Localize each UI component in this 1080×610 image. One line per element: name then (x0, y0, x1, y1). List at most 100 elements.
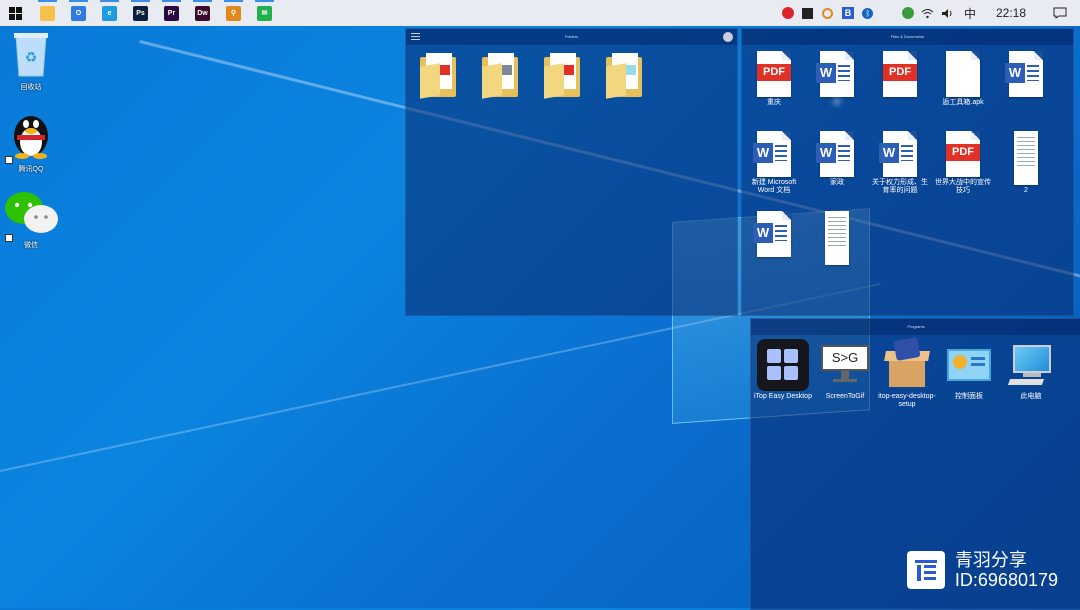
program-label: itop-easy-desktop-setup (878, 393, 936, 408)
taskbar-pin-wechat[interactable]: ✉ (249, 0, 280, 26)
taskbar-pin-file-explorer[interactable] (32, 0, 63, 26)
shortcut-arrow-icon (5, 234, 13, 242)
fence-item[interactable] (469, 53, 531, 99)
fence-title: Files & Documents (890, 34, 925, 39)
watermark-logo-icon (906, 551, 945, 589)
this-pc-icon (1005, 339, 1057, 391)
fence-item-label: 麻 (833, 99, 841, 106)
itop-easy-desktop-icon (757, 339, 809, 391)
red-app-tray-icon[interactable] (778, 0, 798, 26)
dark-app-tray-icon[interactable] (798, 0, 818, 26)
svg-text:♻: ♻ (25, 49, 38, 65)
desktop-icon-label: 回收站 (20, 84, 42, 91)
fence-title-bar[interactable]: Programs (751, 319, 1080, 335)
taskbar-pin-app-o[interactable]: O (63, 0, 94, 26)
fence-item-label: 世界大战中的宣传技巧 (935, 179, 991, 194)
program-itop-easy-desktop[interactable]: iTop Easy Desktop (752, 339, 814, 401)
word-file-icon: W (753, 211, 791, 257)
program-label: ScreenToGif (825, 393, 865, 400)
fence-item-label: 新建 Microsoft Word 文档 (751, 179, 797, 194)
desktop-icon-label: 腾讯QQ (18, 166, 44, 173)
taskbar-pin-photoshop[interactable]: Ps (125, 0, 156, 26)
fence-item[interactable]: W (995, 51, 1057, 99)
program-label: iTop Easy Desktop (754, 393, 812, 400)
fence-item-label: 家政 (830, 179, 844, 186)
fence-item[interactable]: W 关于权力形成、生育率的问题 (869, 131, 931, 195)
screentogif-icon: S>G (819, 339, 871, 391)
program-this-pc[interactable]: 此电脑 (1000, 339, 1062, 401)
fence-item[interactable]: PDF 重庆 (743, 51, 805, 107)
program-screentogif[interactable]: S>G ScreenToGif (814, 339, 876, 401)
fence-item[interactable] (531, 53, 593, 99)
dreamweaver-icon: Dw (195, 5, 210, 21)
fence-item[interactable]: 2 (995, 131, 1057, 195)
fence-item[interactable]: PDF 世界大战中的宣传技巧 (932, 131, 994, 195)
b-app-tray-icon[interactable]: B (838, 0, 858, 26)
fence-item-label: 2 (1024, 187, 1028, 194)
fence-title-bar[interactable]: Files & Documents (742, 29, 1073, 45)
input-method-indicator[interactable]: 中 (958, 5, 982, 22)
system-tray: B ᛒ 中 22:18 (778, 0, 1080, 26)
volume-icon[interactable] (938, 0, 958, 26)
edge-icon: e (102, 5, 117, 21)
screentogif-icon-text: S>G (821, 345, 869, 371)
wifi-icon[interactable] (918, 0, 938, 26)
fence-title-bar[interactable]: Folders (406, 29, 737, 45)
desktop-icon-wechat[interactable]: 微信 (1, 190, 61, 250)
desktop-icon-qq[interactable]: 腾讯QQ (1, 106, 61, 174)
watermark-name: 青羽分享 (954, 550, 1027, 570)
windows-logo-icon (8, 6, 22, 20)
fence-title: Programs (907, 324, 925, 329)
word-file-icon: W (816, 131, 854, 177)
recycle-bin-icon: ♻ (14, 33, 48, 77)
program-itop-setup[interactable]: itop-easy-desktop-setup (876, 337, 938, 409)
fence-collapse-icon[interactable] (723, 32, 733, 42)
watermark: 青羽分享 ID:69680179 (906, 550, 1058, 590)
fence-item[interactable]: W (743, 211, 805, 259)
fence-title: Folders (564, 34, 579, 39)
app-o-icon: O (71, 5, 86, 21)
search-tool-tray-icon[interactable] (818, 0, 838, 26)
taskbar-pin-dreamweaver[interactable]: Dw (187, 0, 218, 26)
qq-penguin-icon (14, 116, 48, 159)
image-thumbnail-icon (825, 211, 849, 265)
search-tool-icon: ⚲ (226, 5, 241, 21)
word-file-icon: W (879, 131, 917, 177)
wechat-icon (5, 192, 58, 233)
globe-tray-icon[interactable] (898, 0, 918, 26)
fence-item-label: 重庆 (767, 99, 781, 106)
taskbar-pin-search-tool[interactable]: ⚲ (218, 0, 249, 26)
program-control-panel[interactable]: 控制面板 (938, 339, 1000, 401)
clock[interactable]: 22:18 (982, 6, 1040, 20)
start-button[interactable] (0, 0, 30, 26)
fence-item-label: 关于权力形成、生育率的问题 (872, 179, 928, 194)
blank-file-icon (946, 51, 980, 97)
fence-item-label: 逅工具箱.apk (942, 99, 984, 106)
watermark-id: ID:69680179 (954, 570, 1058, 590)
fence-item[interactable]: W 新建 Microsoft Word 文档 (743, 131, 805, 195)
fence-item[interactable] (593, 53, 655, 99)
folder-icon (482, 53, 518, 99)
bluetooth-icon[interactable]: ᛒ (858, 0, 878, 26)
image-thumbnail-icon (1014, 131, 1038, 185)
desktop-icon-recycle-bin[interactable]: ♻ 回收站 (1, 30, 61, 92)
fence-item[interactable]: W 家政 (806, 131, 868, 187)
program-label: 控制面板 (955, 393, 983, 400)
fence-menu-icon[interactable] (411, 33, 420, 41)
fence-item[interactable] (806, 211, 868, 267)
program-label: 此电脑 (1020, 393, 1042, 400)
folder-icon (544, 53, 580, 99)
notification-center-icon[interactable] (1040, 0, 1080, 26)
fence-folders: Folders (405, 28, 738, 316)
taskbar-pin-edge[interactable]: e (94, 0, 125, 26)
pdf-file-icon: PDF (946, 131, 980, 177)
photoshop-icon: Ps (133, 5, 148, 21)
folder-icon (606, 53, 642, 99)
fence-item[interactable]: W麻 (806, 51, 868, 107)
fence-files-documents: Files & Documents PDF 重庆 W 麻 PDF 逅工具箱.apk W W 新建… (741, 28, 1074, 316)
fence-item[interactable]: PDF (869, 51, 931, 99)
taskbar-pin-premiere[interactable]: Pr (156, 0, 187, 26)
fence-item[interactable]: 逅工具箱.apk (932, 51, 994, 107)
fence-item[interactable] (407, 53, 469, 99)
file-explorer-icon (40, 5, 55, 21)
